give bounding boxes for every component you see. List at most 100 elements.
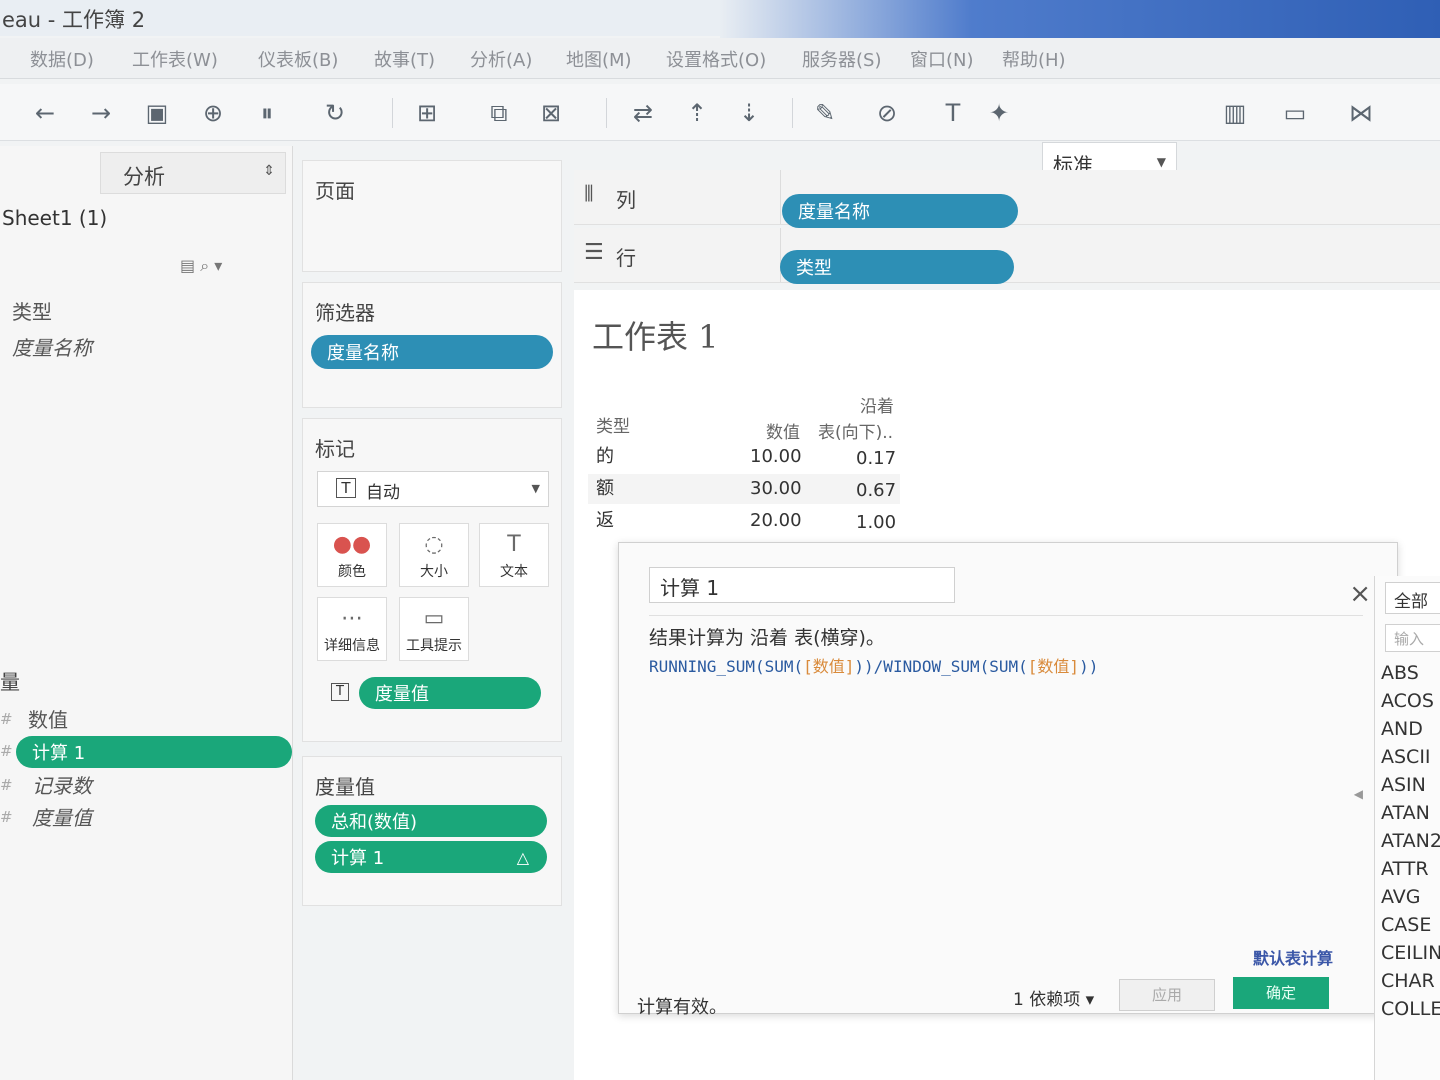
result-computed-along[interactable]: 结果计算为 沿着 表(横穿)。 xyxy=(649,623,885,650)
detail-button[interactable]: ⋯ 详细信息 xyxy=(317,597,387,661)
filter-pill[interactable]: 度量名称 xyxy=(311,335,553,369)
default-table-calc-link[interactable]: 默认表计算 xyxy=(1253,945,1333,969)
dimension-item[interactable]: 类型 xyxy=(12,296,52,325)
title-bar: eau - 工作簿 2 xyxy=(0,0,1440,40)
analysis-tab-label: 分析 xyxy=(123,165,165,189)
pages-card[interactable]: 页面 xyxy=(302,160,562,272)
highlight-icon[interactable]: ✎ xyxy=(808,96,842,130)
rows-icon: ☰ xyxy=(584,240,604,265)
function-item[interactable]: ACOS xyxy=(1381,690,1434,712)
function-item[interactable]: CASE xyxy=(1381,914,1431,936)
measure-values-pill[interactable]: 计算 1 △ xyxy=(315,841,547,873)
text-mark-icon: T xyxy=(336,478,356,498)
clear-sheet-icon[interactable]: ⊠ xyxy=(534,96,568,130)
sort-toggle-icon[interactable]: ⇕ xyxy=(263,163,275,179)
refresh-icon[interactable]: ↻ xyxy=(318,96,352,130)
marks-pill[interactable]: 度量值 xyxy=(359,677,541,709)
rows-pill[interactable]: 类型 xyxy=(780,250,1014,284)
measure-item-selected[interactable]: 计算 1 xyxy=(16,736,292,768)
share-icon[interactable]: ⋈ xyxy=(1344,96,1378,130)
pages-card-title: 页面 xyxy=(315,179,355,203)
swap-rows-columns-icon[interactable]: ⇄ xyxy=(626,96,660,130)
view-toggle-icon[interactable]: ▤ ⌕ ▾ xyxy=(180,256,222,276)
color-button[interactable]: ●● 颜色 xyxy=(317,523,387,587)
table-cell: 的 xyxy=(596,446,614,467)
measure-item[interactable]: 记录数 xyxy=(32,770,92,799)
size-button[interactable]: ◌ 大小 xyxy=(399,523,469,587)
fix-axes-icon[interactable]: ✦ xyxy=(982,96,1016,130)
menu-dashboard[interactable]: 仪表板(B) xyxy=(258,46,338,72)
dimension-item[interactable]: 度量名称 xyxy=(12,332,92,361)
column-header: 沿着 xyxy=(860,397,894,417)
measure-item[interactable]: 数值 xyxy=(28,704,68,733)
worksheet-title[interactable]: 工作表 1 xyxy=(592,312,719,358)
function-panel: 全部 输入 ABS ACOS AND ASCII ASIN ATAN ATAN2… xyxy=(1374,576,1440,1080)
menu-story[interactable]: 故事(T) xyxy=(374,46,435,72)
collapse-arrow-icon[interactable]: ◀ xyxy=(1354,787,1363,801)
apply-button[interactable]: 应用 xyxy=(1119,979,1215,1011)
data-source-name[interactable]: Sheet1 (1) xyxy=(2,206,107,230)
table-cell: 返 xyxy=(596,510,614,531)
menu-data[interactable]: 数据(D) xyxy=(30,46,94,72)
dependencies-dropdown[interactable]: 1 依赖项 ▾ xyxy=(1013,985,1094,1010)
filters-card[interactable]: 筛选器 度量名称 xyxy=(302,282,562,408)
menu-window[interactable]: 窗口(N) xyxy=(910,46,974,72)
formula-field-token: [数值] xyxy=(1027,657,1080,676)
function-search-input[interactable]: 输入 xyxy=(1385,624,1440,652)
data-panel: 分析 ⇕ Sheet1 (1) ▤ ⌕ ▾ 类型 度量名称 量 # 数值 # 计… xyxy=(0,146,293,1080)
presentation-mode-icon[interactable]: ▭ xyxy=(1278,96,1312,130)
sort-descending-icon[interactable]: ⇣ xyxy=(732,96,766,130)
menu-help[interactable]: 帮助(H) xyxy=(1002,46,1066,72)
function-item[interactable]: CHAR xyxy=(1381,970,1435,992)
menu-server[interactable]: 服务器(S) xyxy=(802,46,881,72)
ok-button[interactable]: 确定 xyxy=(1233,977,1329,1009)
calculation-name-field[interactable]: 计算 1 xyxy=(649,567,955,603)
analysis-tab[interactable]: 分析 ⇕ xyxy=(100,152,286,194)
formula-token: ))/WINDOW_SUM(SUM( xyxy=(854,657,1028,676)
new-worksheet-icon[interactable]: ⊞ xyxy=(410,96,444,130)
text-button-label: 文本 xyxy=(500,564,528,580)
formula-token: )) xyxy=(1079,657,1099,676)
function-item[interactable]: ASCII xyxy=(1381,746,1431,768)
show-labels-icon[interactable]: T xyxy=(936,96,970,130)
calculation-dialog: 计算 1 × 结果计算为 沿着 表(横穿)。 RUNNING_SUM(SUM([… xyxy=(618,542,1398,1018)
forward-icon[interactable]: → xyxy=(84,96,118,130)
save-icon[interactable]: ▣ xyxy=(140,96,174,130)
new-data-source-icon[interactable]: ⊕ xyxy=(196,96,230,130)
divider xyxy=(649,615,1363,616)
toolbar-separator xyxy=(606,98,607,128)
menu-worksheet[interactable]: 工作表(W) xyxy=(132,46,218,72)
text-button[interactable]: T 文本 xyxy=(479,523,549,587)
mark-type-dropdown[interactable]: T 自动 ▼ xyxy=(317,471,549,507)
function-item[interactable]: ABS xyxy=(1381,662,1419,684)
measure-item[interactable]: 度量值 xyxy=(32,802,92,831)
columns-pill[interactable]: 度量名称 xyxy=(782,194,1018,228)
measure-values-pill-label: 总和(数值) xyxy=(331,812,418,833)
duplicate-sheet-icon[interactable]: ⧉ xyxy=(482,96,516,130)
function-item[interactable]: ATTR xyxy=(1381,858,1429,880)
show-me-icon[interactable]: ▥ xyxy=(1218,96,1252,130)
function-category-value: 全部 xyxy=(1394,592,1428,612)
back-icon[interactable]: ← xyxy=(28,96,62,130)
menu-analysis[interactable]: 分析(A) xyxy=(470,46,532,72)
menu-format[interactable]: 设置格式(O) xyxy=(666,46,766,72)
close-icon[interactable]: × xyxy=(1349,579,1371,609)
function-item[interactable]: CEILING xyxy=(1381,942,1440,964)
menu-map[interactable]: 地图(M) xyxy=(566,46,632,72)
function-item[interactable]: AND xyxy=(1381,718,1423,740)
sort-ascending-icon[interactable]: ⇡ xyxy=(680,96,714,130)
tooltip-button[interactable]: ▭ 工具提示 xyxy=(399,597,469,661)
pause-updates-icon[interactable]: ⏸ xyxy=(250,96,284,130)
function-item[interactable]: COLLECT xyxy=(1381,998,1440,1020)
function-item[interactable]: ASIN xyxy=(1381,774,1426,796)
group-members-icon[interactable]: ⊘ xyxy=(870,96,904,130)
columns-shelf: ⦀ 列 度量名称 xyxy=(574,170,1440,228)
function-item[interactable]: ATAN xyxy=(1381,802,1430,824)
function-item[interactable]: ATAN2 xyxy=(1381,830,1440,852)
measure-values-pill[interactable]: 总和(数值) xyxy=(315,805,547,837)
color-button-label: 颜色 xyxy=(338,564,366,580)
rows-pill-label: 类型 xyxy=(796,258,832,279)
function-item[interactable]: AVG xyxy=(1381,886,1421,908)
formula-editor[interactable]: RUNNING_SUM(SUM([数值]))/WINDOW_SUM(SUM([数… xyxy=(649,653,1098,677)
function-category-dropdown[interactable]: 全部 xyxy=(1385,582,1440,614)
